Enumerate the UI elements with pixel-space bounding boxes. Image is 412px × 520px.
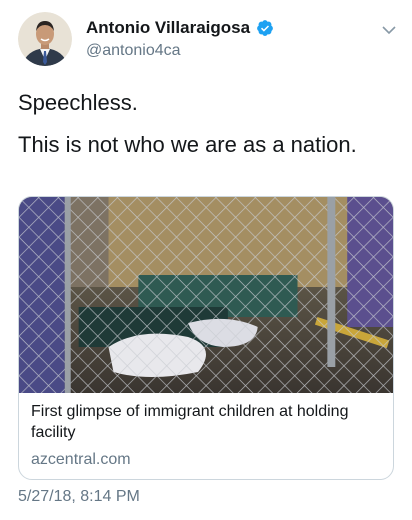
card-image (19, 197, 393, 393)
tweet-line: This is not who we are as a nation. (18, 132, 357, 157)
author-name-row[interactable]: Antonio Villaraigosa (86, 18, 274, 38)
verified-badge-icon (256, 19, 274, 37)
tweet-text: Speechless. This is not who we are as a … (18, 86, 398, 170)
tweet-timestamp[interactable]: 5/27/18, 8:14 PM (18, 488, 140, 506)
card-domain: azcentral.com (31, 451, 131, 468)
tweet: Antonio Villaraigosa @antonio4ca Speechl… (0, 0, 412, 520)
avatar[interactable] (18, 12, 72, 66)
avatar-photo (18, 12, 72, 66)
tweet-line: Speechless. (18, 90, 138, 115)
card-title[interactable]: First glimpse of immigrant children at h… (31, 401, 381, 443)
card-body: First glimpse of immigrant children at h… (19, 393, 393, 469)
author-handle[interactable]: @antonio4ca (86, 42, 181, 60)
author-display-name[interactable]: Antonio Villaraigosa (86, 18, 250, 38)
link-preview-card[interactable]: First glimpse of immigrant children at h… (18, 196, 394, 480)
chevron-down-icon[interactable] (382, 22, 396, 35)
